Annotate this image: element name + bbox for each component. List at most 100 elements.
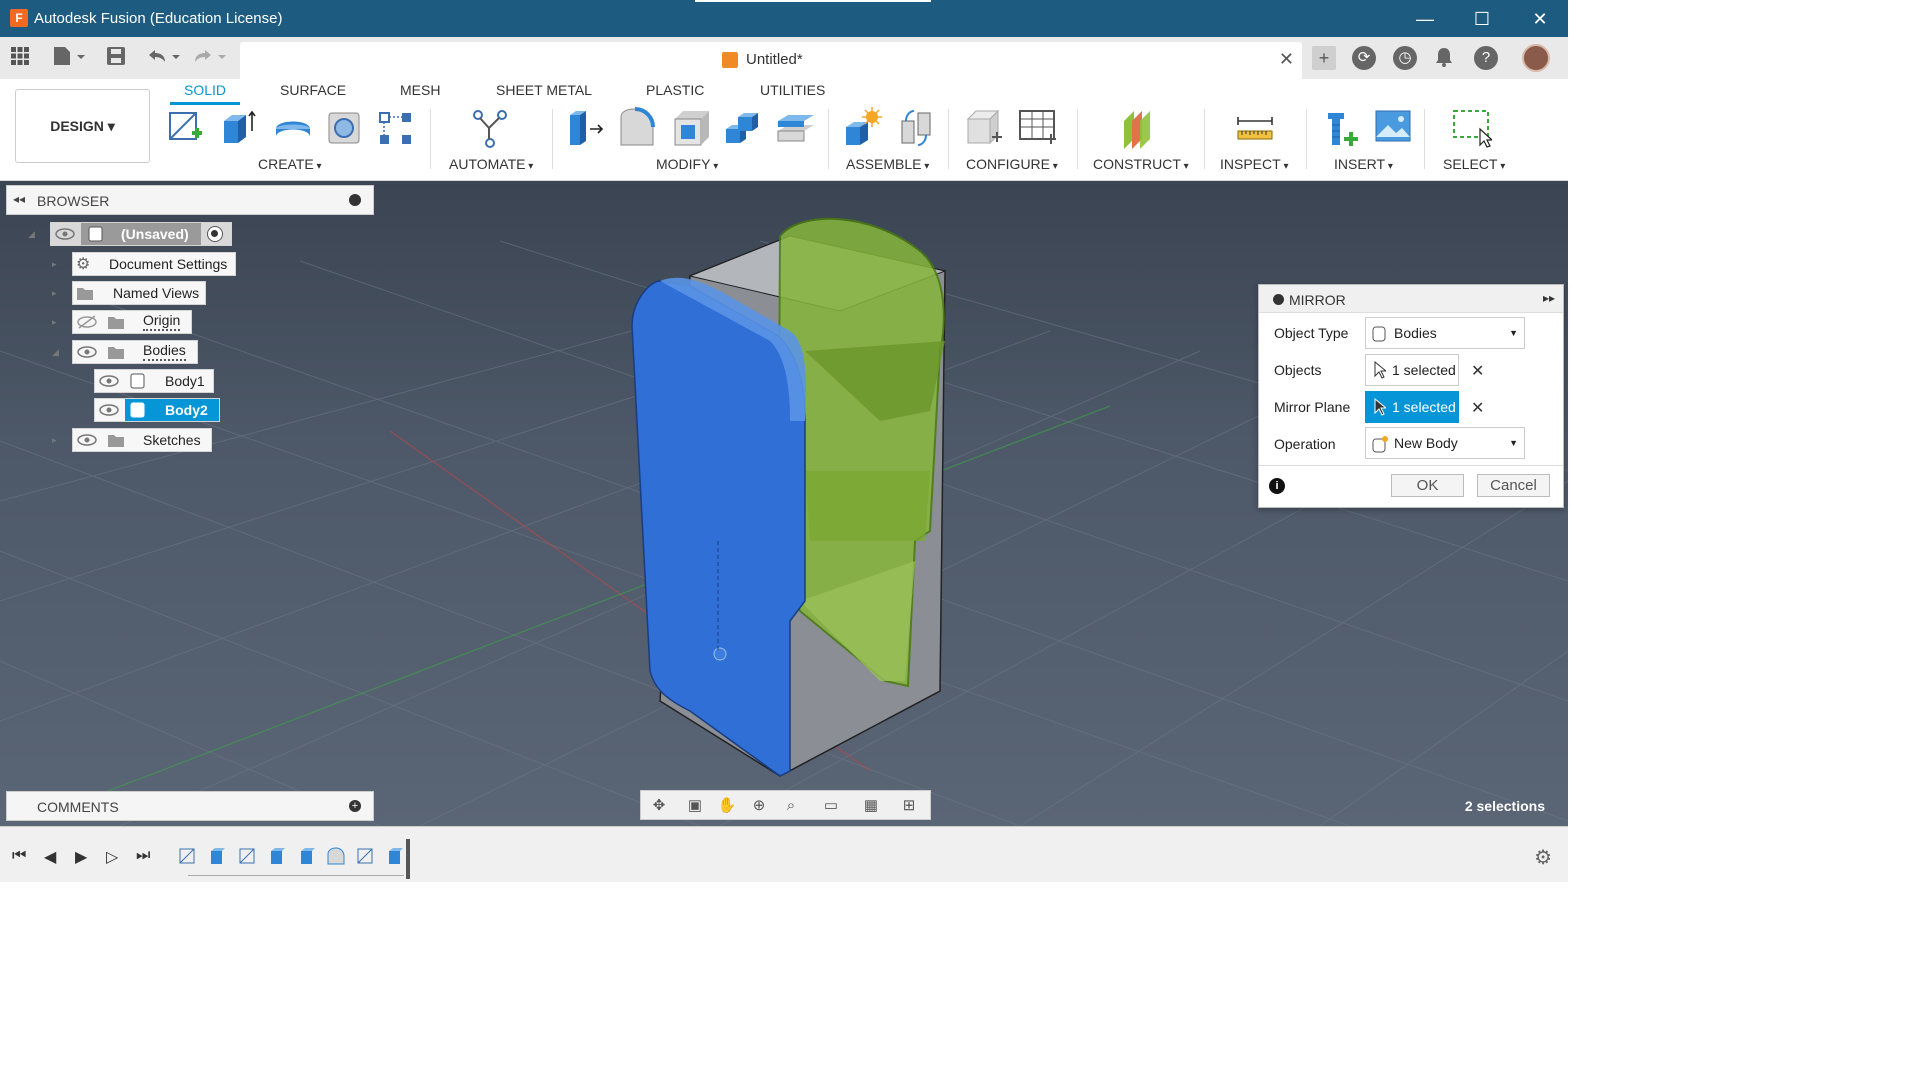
combine-icon[interactable] bbox=[722, 107, 762, 149]
mirror-source-body[interactable] bbox=[631, 277, 807, 777]
expander-icon[interactable]: ▸ bbox=[52, 317, 62, 327]
display-settings-icon[interactable]: ▭ bbox=[817, 795, 845, 817]
visibility-eye-icon[interactable] bbox=[99, 374, 119, 388]
shell-icon[interactable] bbox=[671, 107, 711, 149]
create-menu[interactable]: CREATE bbox=[258, 156, 322, 172]
inspect-menu[interactable]: INSPECT bbox=[1220, 156, 1289, 172]
redo-icon[interactable] bbox=[192, 46, 228, 70]
browser-item-body2[interactable]: Body2 bbox=[94, 398, 220, 422]
hidden-eye-icon[interactable] bbox=[77, 315, 97, 329]
joint-icon[interactable] bbox=[896, 107, 936, 149]
root-expander-icon[interactable]: ◢ bbox=[28, 229, 38, 239]
browser-item-bodies[interactable]: Bodies bbox=[72, 340, 198, 364]
clear-mirror-plane-icon[interactable]: ✕ bbox=[1471, 398, 1484, 418]
extensions-icon[interactable]: ⟳ bbox=[1352, 46, 1376, 70]
go-to-end-icon[interactable]: ⏭ bbox=[136, 847, 150, 865]
minimize-browser-icon[interactable] bbox=[349, 194, 361, 206]
save-icon[interactable] bbox=[106, 46, 126, 70]
close-window-button[interactable]: ✕ bbox=[1520, 6, 1560, 32]
extrude-icon[interactable] bbox=[218, 107, 258, 149]
workspace-switcher-button[interactable]: DESIGN ▾ bbox=[15, 89, 150, 163]
step-forward-icon[interactable]: ▷ bbox=[106, 847, 118, 867]
timeline-extrude-icon[interactable] bbox=[298, 846, 318, 866]
visibility-eye-icon[interactable] bbox=[77, 433, 97, 447]
help-icon[interactable]: ? bbox=[1474, 46, 1498, 70]
file-menu-icon[interactable] bbox=[52, 46, 86, 70]
timeline-sketch-icon[interactable] bbox=[178, 846, 198, 866]
configure-menu[interactable]: CONFIGURE bbox=[966, 156, 1058, 172]
maximize-button[interactable]: ☐ bbox=[1462, 6, 1502, 32]
notifications-bell-icon[interactable] bbox=[1434, 46, 1454, 70]
revolve-icon[interactable] bbox=[272, 107, 312, 149]
visibility-eye-icon[interactable] bbox=[77, 345, 97, 359]
browser-item-origin[interactable]: Origin bbox=[72, 310, 192, 334]
insert-mcmaster-icon[interactable] bbox=[1322, 107, 1362, 149]
object-type-select[interactable]: Bodies ▼ bbox=[1365, 317, 1525, 349]
new-tab-plus-icon[interactable]: + bbox=[1312, 46, 1336, 70]
undo-icon[interactable] bbox=[146, 46, 182, 70]
timeline-sketch-icon[interactable] bbox=[356, 846, 376, 866]
user-avatar[interactable] bbox=[1522, 44, 1550, 72]
document-tab[interactable]: Untitled* ✕ bbox=[240, 42, 1302, 79]
automate-menu[interactable]: AUTOMATE bbox=[449, 156, 533, 172]
timeline-extrude-icon[interactable] bbox=[268, 846, 288, 866]
orbit-icon[interactable]: ✥ bbox=[645, 795, 673, 817]
visibility-eye-icon[interactable] bbox=[55, 227, 75, 241]
clear-objects-icon[interactable]: ✕ bbox=[1471, 361, 1484, 381]
expander-icon[interactable]: ▸ bbox=[52, 259, 62, 269]
automate-icon[interactable] bbox=[470, 107, 510, 149]
info-icon[interactable]: i bbox=[1269, 478, 1285, 494]
browser-item-body1[interactable]: Body1 bbox=[94, 369, 214, 393]
tab-sheet-metal[interactable]: SHEET METAL bbox=[496, 82, 592, 98]
offset-plane-icon[interactable] bbox=[1120, 107, 1160, 149]
change-parameters-icon[interactable] bbox=[964, 107, 1004, 149]
create-sketch-icon[interactable] bbox=[166, 107, 206, 149]
visibility-eye-icon[interactable] bbox=[99, 403, 119, 417]
timeline-settings-gear-icon[interactable]: ⚙ bbox=[1534, 845, 1552, 870]
timeline-marker[interactable] bbox=[406, 839, 410, 879]
browser-item-sketches[interactable]: Sketches bbox=[72, 428, 212, 452]
pan-hand-icon[interactable]: ✋ bbox=[713, 795, 741, 817]
configure-table-icon[interactable] bbox=[1018, 107, 1058, 149]
play-icon[interactable]: ▶ bbox=[75, 847, 87, 867]
tab-utilities[interactable]: UTILITIES bbox=[760, 82, 825, 98]
zoom-icon[interactable]: ⊕ bbox=[745, 795, 773, 817]
measure-icon[interactable] bbox=[1236, 107, 1276, 149]
pattern-icon[interactable] bbox=[376, 107, 416, 149]
press-pull-icon[interactable] bbox=[566, 107, 606, 149]
add-comment-icon[interactable]: + bbox=[349, 800, 361, 812]
fillet-icon[interactable] bbox=[618, 107, 658, 149]
dialog-collapse-icon[interactable] bbox=[1273, 294, 1284, 305]
cancel-button[interactable]: Cancel bbox=[1477, 474, 1550, 497]
tab-surface[interactable]: SURFACE bbox=[280, 82, 346, 98]
select-menu[interactable]: SELECT bbox=[1443, 156, 1505, 172]
data-panel-grid-icon[interactable] bbox=[10, 46, 30, 70]
browser-item-named-views[interactable]: Named Views bbox=[72, 281, 206, 305]
timeline-fillet-icon[interactable] bbox=[326, 846, 346, 866]
operation-select[interactable]: New Body ▼ bbox=[1365, 427, 1525, 459]
fit-window-icon[interactable]: ⌕ bbox=[777, 795, 805, 817]
expander-icon[interactable]: ▸ bbox=[52, 288, 62, 298]
mirror-plane-selection-field[interactable]: 1 selected bbox=[1365, 391, 1459, 423]
collapse-browser-icon[interactable]: ◂◂ bbox=[13, 192, 25, 206]
ok-button[interactable]: OK bbox=[1391, 474, 1464, 497]
step-back-icon[interactable]: ◀ bbox=[44, 847, 56, 867]
close-document-icon[interactable]: ✕ bbox=[1279, 49, 1294, 70]
job-status-clock-icon[interactable]: ◷ bbox=[1393, 46, 1417, 70]
new-component-icon[interactable] bbox=[842, 107, 882, 149]
browser-root-node[interactable]: (Unsaved) bbox=[50, 222, 232, 246]
browser-item-document-settings[interactable]: ⚙ Document Settings bbox=[72, 252, 236, 276]
expand-dialog-icon[interactable]: ▸▸ bbox=[1543, 291, 1555, 305]
comments-panel-header[interactable]: COMMENTS + bbox=[6, 791, 374, 821]
activate-radio[interactable] bbox=[207, 226, 223, 242]
objects-selection-field[interactable]: 1 selected bbox=[1365, 354, 1459, 386]
viewports-icon[interactable]: ⊞ bbox=[895, 795, 923, 817]
tab-solid[interactable]: SOLID bbox=[184, 82, 226, 98]
go-to-start-icon[interactable]: ⏮ bbox=[12, 847, 26, 865]
modify-menu[interactable]: MODIFY bbox=[656, 156, 718, 172]
timeline-extrude-icon[interactable] bbox=[208, 846, 228, 866]
timeline-sketch-icon[interactable] bbox=[238, 846, 258, 866]
browser-panel-header[interactable]: ◂◂ BROWSER bbox=[6, 185, 374, 215]
minimize-button[interactable]: — bbox=[1405, 6, 1445, 32]
look-at-icon[interactable]: ▣ bbox=[681, 795, 709, 817]
